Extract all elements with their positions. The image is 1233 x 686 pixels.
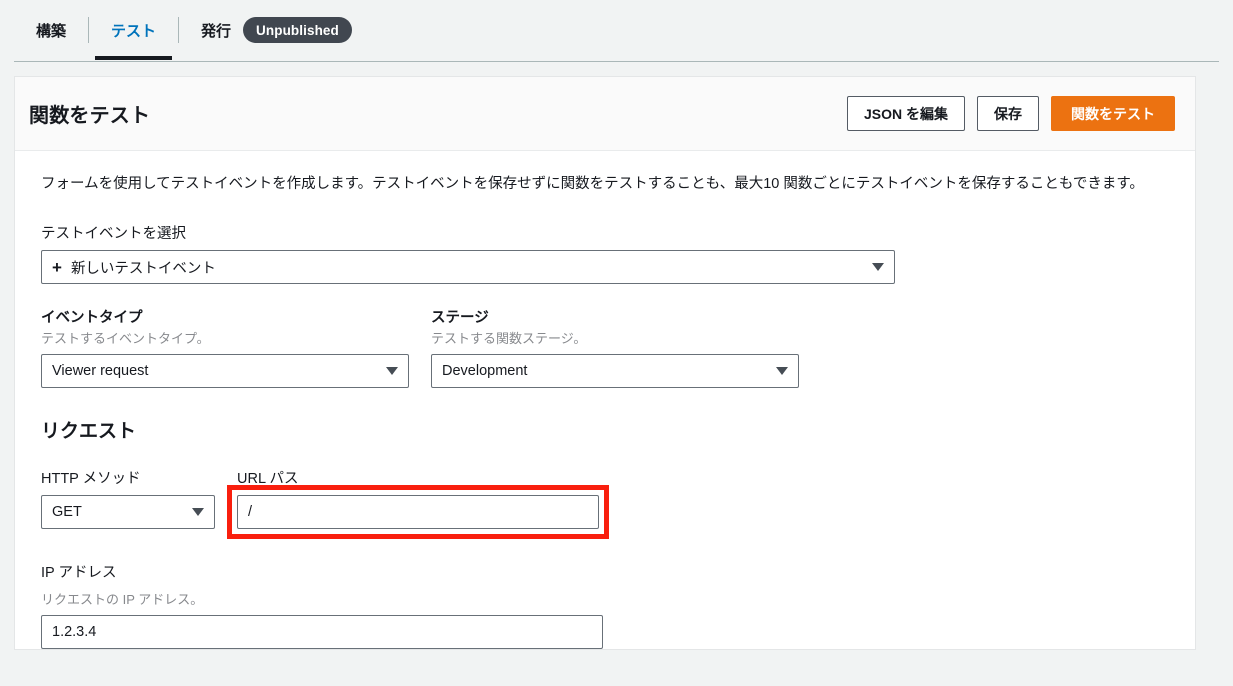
edit-json-button[interactable]: JSON を編集 xyxy=(846,96,965,131)
field-test-event: テストイベントを選択 + 新しいテストイベント xyxy=(41,222,1169,306)
chevron-down-icon xyxy=(776,367,788,376)
plus-icon: + xyxy=(52,257,62,277)
field-ip-address: IP アドレス リクエストの IP アドレス。 1.2.3.4 xyxy=(41,561,1169,650)
tab-build[interactable]: 構築 xyxy=(14,0,88,60)
tab-test[interactable]: テスト xyxy=(89,0,178,60)
tab-publish-label: 発行 xyxy=(201,22,232,40)
field-http-method: HTTP メソッド GET xyxy=(41,467,215,539)
page-title: 関数をテスト xyxy=(29,105,151,127)
event-type-select[interactable]: Viewer request xyxy=(41,354,409,389)
event-type-value: Viewer request xyxy=(52,363,149,380)
url-path-input[interactable]: / xyxy=(237,495,599,530)
card-actions: JSON を編集 保存 関数をテスト xyxy=(846,96,1175,131)
status-badge: Unpublished xyxy=(243,17,352,43)
request-section-title: リクエスト xyxy=(41,421,137,443)
test-event-select[interactable]: + 新しいテストイベント xyxy=(41,250,895,285)
tab-active-underline xyxy=(95,56,173,60)
http-method-select[interactable]: GET xyxy=(41,495,215,530)
stage-hint: テストする関数ステージ。 xyxy=(431,331,587,347)
field-stage: ステージ テストする関数ステージ。 Development xyxy=(431,306,799,389)
tab-bar: 構築 テスト 発行 Unpublished xyxy=(0,0,1233,62)
test-function-card: 関数をテスト JSON を編集 保存 関数をテスト フォームを使用してテストイベ… xyxy=(14,76,1196,651)
http-method-label: HTTP メソッド xyxy=(41,471,141,488)
chevron-down-icon xyxy=(386,367,398,376)
ip-address-label: IP アドレス xyxy=(41,565,117,582)
field-url-path: URL パス / xyxy=(227,467,609,540)
url-path-value: / xyxy=(248,504,253,521)
test-event-value: 新しいテストイベント xyxy=(70,260,216,277)
test-function-button[interactable]: 関数をテスト xyxy=(1051,96,1175,131)
test-event-label: テストイベントを選択 xyxy=(41,226,186,243)
event-type-hint: テストするイベントタイプ。 xyxy=(41,331,210,347)
ip-address-hint: リクエストの IP アドレス。 xyxy=(41,592,204,608)
card-header: 関数をテスト JSON を編集 保存 関数をテスト xyxy=(15,77,1195,151)
tab-bar-rule xyxy=(14,61,1219,62)
http-method-value: GET xyxy=(52,504,82,521)
chevron-down-icon xyxy=(872,263,884,272)
tab-publish[interactable]: 発行 Unpublished xyxy=(179,0,374,60)
card-description: フォームを使用してテストイベントを作成します。テストイベントを保存せずに関数をテ… xyxy=(41,176,1144,192)
event-type-label: イベントタイプ xyxy=(41,310,143,327)
tab-test-label: テスト xyxy=(111,22,157,40)
stage-value: Development xyxy=(442,363,528,380)
field-event-type: イベントタイプ テストするイベントタイプ。 Viewer request xyxy=(41,306,409,389)
stage-select[interactable]: Development xyxy=(431,354,799,389)
save-button[interactable]: 保存 xyxy=(977,96,1039,131)
card-body: フォームを使用してテストイベントを作成します。テストイベントを保存せずに関数をテ… xyxy=(15,151,1195,650)
url-path-highlight: / xyxy=(227,485,609,540)
method-path-row: HTTP メソッド GET URL パス / xyxy=(41,467,1169,540)
ip-address-value: 1.2.3.4 xyxy=(52,624,97,641)
ip-address-input[interactable]: 1.2.3.4 xyxy=(41,615,603,650)
chevron-down-icon xyxy=(192,508,204,517)
stage-label: ステージ xyxy=(431,310,489,327)
event-type-stage-row: イベントタイプ テストするイベントタイプ。 Viewer request ステー… xyxy=(41,306,1169,389)
tab-build-label: 構築 xyxy=(36,22,67,40)
